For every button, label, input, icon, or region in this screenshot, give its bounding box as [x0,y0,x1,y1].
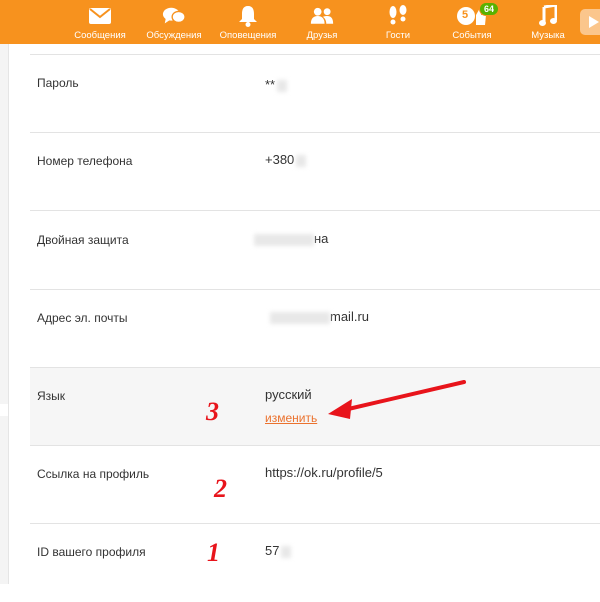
nav-item-discussions[interactable]: Обсуждения [139,0,209,44]
nav-item-guests[interactable]: Гости [363,0,433,44]
row-label: Номер телефона [37,154,133,168]
row-label: Пароль [37,76,79,90]
nav-label-events: События [452,30,492,41]
nav-label-guests: Гости [385,30,411,41]
change-language-link[interactable]: изменить [265,411,317,425]
row-value: +380 [265,152,307,167]
profile-id-value: 57 [265,543,280,558]
annotation-marker-1: 1 [207,538,220,567]
row-label: Адрес эл. почты [37,311,128,325]
annotation-arrow [328,380,466,419]
settings-row-profile-id[interactable]: ID вашего профиля 57 [30,524,600,602]
top-navigation-bar: Сообщения Обсуждения Оповещения Друзья Г… [0,0,600,44]
row-label: Ссылка на профиль [37,467,150,481]
nav-item-messages[interactable]: Сообщения [65,0,135,44]
annotation-marker-2: 2 [214,474,227,503]
nav-label-notifications: Оповещения [219,30,277,41]
row-label: ID вашего профиля [37,545,146,559]
annotation-marker-3: 3 [206,397,219,426]
row-value: на [252,231,328,246]
row-value: ** [265,77,288,92]
footprints-icon [386,5,410,27]
chat-bubbles-icon [162,5,186,27]
row-value: 57 [265,543,292,558]
nav-item-events[interactable]: 5 64 События [437,0,507,44]
events-count: 5 [462,9,469,21]
settings-row-password[interactable]: Пароль ** [30,55,600,133]
music-note-icon [536,5,560,27]
row-value: mail.ru [268,309,369,324]
people-icon [310,5,334,27]
events-badge: 64 [479,2,500,16]
password-value: ** [265,77,276,92]
settings-row-language[interactable]: Язык русский изменить [30,368,600,446]
settings-list: Пароль ** Номер телефона +380 Двойная за… [30,44,600,584]
play-icon[interactable] [580,9,600,35]
settings-row-profile-link[interactable]: Ссылка на профиль https://ok.ru/profile/… [30,446,600,524]
row-label: Двойная защита [37,233,129,247]
profile-link-value[interactable]: https://ok.ru/profile/5 [265,465,383,480]
nav-item-music[interactable]: Музыка [513,0,583,44]
settings-row-two-factor[interactable]: Двойная защита на [30,212,600,290]
row-label: Язык [37,389,66,403]
phone-value: +380 [265,152,295,167]
settings-row-phone[interactable]: Номер телефона +380 [30,133,600,211]
nav-label-music: Музыка [531,30,565,41]
two-factor-value: на [314,231,329,246]
left-column [0,44,9,584]
bell-icon [236,5,260,27]
nav-label-messages: Сообщения [74,30,126,41]
email-value: mail.ru [330,309,370,324]
nav-label-friends: Друзья [306,30,338,41]
settings-row-email[interactable]: Адрес эл. почты mail.ru [30,290,600,368]
envelope-icon [88,5,112,27]
nav-label-discussions: Обсуждения [146,30,202,41]
language-value: русский [265,387,312,402]
nav-item-friends[interactable]: Друзья [287,0,357,44]
nav-item-notifications[interactable]: Оповещения [213,0,283,44]
